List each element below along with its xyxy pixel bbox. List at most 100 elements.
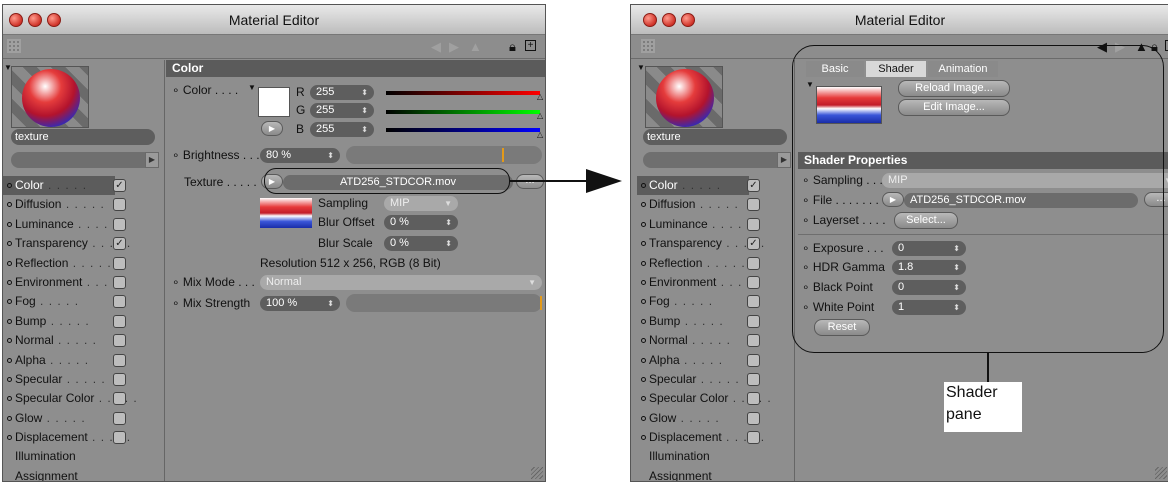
new-window-icon[interactable]: + — [525, 40, 536, 51]
channel-item[interactable]: Assignment — [3, 467, 165, 481]
channel-item[interactable]: Alpha . . . . . — [3, 351, 165, 370]
channel-item[interactable]: Glow . . . . . — [637, 409, 799, 428]
sampling-select[interactable]: MIP▼ — [384, 196, 458, 211]
channel-checkbox[interactable] — [113, 275, 126, 289]
channel-item[interactable]: Bump . . . . . — [3, 312, 165, 331]
channel-item[interactable]: Specular . . . . . — [637, 370, 799, 389]
mix-strength-field[interactable]: 100 % ⬍ — [260, 296, 340, 311]
channel-checkbox[interactable] — [747, 334, 760, 348]
channel-checkbox[interactable] — [747, 217, 760, 231]
channel-checkbox[interactable] — [113, 334, 126, 348]
channel-checkbox[interactable] — [113, 256, 126, 270]
collapse-caret-icon[interactable]: ▼ — [637, 63, 645, 72]
channel-item[interactable]: Bump . . . . . — [637, 312, 799, 331]
channel-item[interactable]: Color . . . . . ✓ — [637, 176, 799, 196]
channel-checkbox[interactable] — [113, 392, 126, 406]
channel-item[interactable]: Environment . . . . . — [637, 273, 799, 292]
g-value-field[interactable]: 255 ⬍ — [310, 103, 374, 118]
material-name-field[interactable]: texture — [11, 129, 155, 145]
channel-checkbox[interactable] — [113, 314, 126, 328]
blur-scale-field[interactable]: 0 % ⬍ — [384, 236, 458, 251]
channel-checkbox[interactable] — [113, 431, 126, 445]
channel-item[interactable]: Normal . . . . . — [3, 331, 165, 350]
channel-item[interactable]: Specular . . . . . — [3, 370, 165, 389]
channel-item[interactable]: Reflection . . . . . — [3, 254, 165, 273]
grip-icon[interactable] — [641, 39, 655, 53]
back-arrow-icon[interactable]: ◀ — [431, 40, 441, 54]
blur-offset-field[interactable]: 0 % ⬍ — [384, 215, 458, 230]
resize-grip-icon[interactable] — [1155, 467, 1167, 479]
channel-bullet-icon — [7, 241, 12, 247]
channel-item[interactable]: Fog . . . . . — [637, 292, 799, 311]
channel-checkbox[interactable] — [747, 314, 760, 328]
channel-checkbox[interactable] — [113, 295, 126, 309]
grip-icon[interactable] — [7, 39, 21, 53]
material-preview[interactable] — [11, 66, 89, 128]
channel-item[interactable]: Displacement . . . . . — [637, 428, 799, 447]
channel-checkbox[interactable] — [747, 275, 760, 289]
channel-item[interactable]: Normal . . . . . — [637, 331, 799, 350]
channel-item[interactable]: Transparency . . . . . ✓ — [637, 234, 799, 253]
channel-item[interactable]: Specular Color . . . . . — [637, 389, 799, 408]
color-swatch[interactable] — [258, 87, 290, 117]
channel-item[interactable]: Diffusion . . . . . — [3, 195, 165, 214]
channel-item[interactable]: Displacement . . . . . — [3, 428, 165, 447]
channel-checkbox[interactable] — [113, 198, 126, 212]
channel-checkbox[interactable]: ✓ — [747, 179, 760, 192]
lock-icon[interactable]: 🔒︎ — [509, 40, 516, 54]
channel-checkbox[interactable] — [747, 198, 760, 212]
channel-checkbox[interactable] — [113, 372, 126, 386]
channel-checkbox[interactable] — [747, 256, 760, 270]
up-arrow-icon[interactable]: ▲ — [469, 40, 482, 54]
g-slider[interactable] — [386, 110, 540, 114]
material-preview[interactable] — [645, 66, 723, 128]
brightness-slider[interactable] — [346, 146, 542, 164]
channel-item[interactable]: Luminance . . . . . — [637, 215, 799, 234]
channel-item[interactable]: Transparency . . . . . ✓ — [3, 234, 165, 253]
channel-checkbox[interactable] — [747, 431, 760, 445]
channel-checkbox[interactable] — [113, 411, 126, 425]
channel-checkbox[interactable]: ✓ — [747, 237, 760, 251]
channel-item[interactable]: Fog . . . . . — [3, 292, 165, 311]
channel-checkbox[interactable] — [747, 372, 760, 386]
channel-item[interactable]: Alpha . . . . . — [637, 351, 799, 370]
r-value-field[interactable]: 255 ⬍ — [310, 85, 374, 100]
mix-mode-select[interactable]: Normal ▼ — [260, 275, 542, 290]
channel-checkbox[interactable]: ✓ — [113, 179, 126, 192]
channel-checkbox[interactable] — [747, 353, 760, 367]
channel-item[interactable]: Reflection . . . . . — [637, 254, 799, 273]
color-picker-button[interactable]: ▶ — [261, 121, 283, 136]
channel-item[interactable]: Specular Color . . . . . — [3, 389, 165, 408]
channel-bullet-icon — [7, 357, 12, 363]
b-slider[interactable] — [386, 128, 540, 132]
channel-bullet-icon — [641, 318, 646, 324]
channel-checkbox[interactable]: ✓ — [113, 237, 126, 251]
r-slider[interactable] — [386, 91, 540, 95]
channel-bullet-icon — [641, 183, 646, 188]
channel-item[interactable]: Glow . . . . . — [3, 409, 165, 428]
channel-checkbox[interactable] — [747, 392, 760, 406]
channel-label: Alpha — [15, 352, 46, 367]
channel-checkbox[interactable] — [747, 295, 760, 309]
channel-item[interactable]: Color . . . . . ✓ — [3, 176, 165, 196]
material-name-field[interactable]: texture — [643, 129, 787, 145]
channel-checkbox[interactable] — [113, 353, 126, 367]
channel-label: Glow — [649, 410, 677, 425]
material-combo[interactable]: ▶ — [643, 152, 791, 168]
toolbar: ◀ ▶ ▲ 🔒︎ + — [3, 35, 545, 59]
material-combo[interactable]: ▶ — [11, 152, 159, 168]
channel-item[interactable]: Illumination — [3, 447, 165, 466]
resize-grip-icon[interactable] — [531, 467, 543, 479]
channel-item[interactable]: Illumination — [637, 447, 799, 466]
brightness-field[interactable]: 80 % ⬍ — [260, 148, 340, 163]
channel-checkbox[interactable] — [113, 217, 126, 231]
channel-item[interactable]: Environment . . . . . — [3, 273, 165, 292]
channel-item[interactable]: Diffusion . . . . . — [637, 195, 799, 214]
color-dropdown-icon[interactable]: ▼ — [248, 83, 256, 92]
channel-item[interactable]: Assignment — [637, 467, 799, 481]
channel-checkbox[interactable] — [747, 411, 760, 425]
channel-item[interactable]: Luminance . . . . . — [3, 215, 165, 234]
b-value-field[interactable]: 255 ⬍ — [310, 122, 374, 137]
mix-strength-slider[interactable] — [346, 294, 542, 312]
forward-arrow-icon[interactable]: ▶ — [449, 40, 459, 54]
